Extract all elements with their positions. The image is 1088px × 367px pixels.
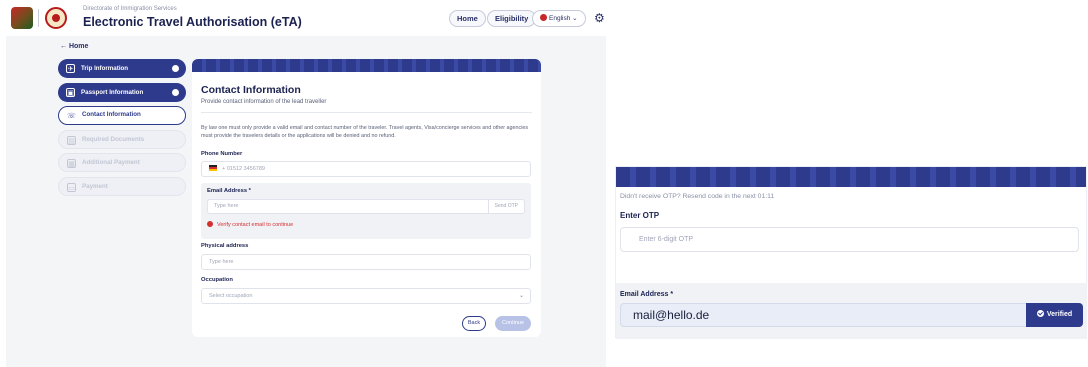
- error-icon: [207, 221, 213, 227]
- email-field[interactable]: Type here Send OTP: [207, 199, 525, 214]
- check-icon: [172, 88, 179, 96]
- germany-flag-icon: [209, 165, 217, 171]
- step-required-documents: ▤ Required Documents: [58, 129, 186, 149]
- send-otp-button[interactable]: Send OTP: [487, 200, 524, 213]
- email-placeholder: Type here: [214, 203, 239, 209]
- document-icon: ▤: [67, 135, 76, 145]
- step-label: Trip Information: [81, 65, 129, 72]
- email-section: Email Address * Type here Send OTP Verif…: [201, 183, 531, 239]
- app-root: Directorate of Immigration Services Elec…: [0, 0, 1088, 367]
- email-label: Email Address *: [207, 188, 251, 194]
- back-button[interactable]: Back: [462, 316, 486, 331]
- step-label: Additional Payment: [82, 159, 140, 166]
- step-passport-information[interactable]: ▣ Passport Information: [58, 82, 186, 102]
- step-contact-information[interactable]: ☏ Contact Information: [58, 106, 186, 125]
- verified-label: Verified: [1046, 311, 1073, 318]
- check-icon: [172, 65, 179, 72]
- continue-button[interactable]: Continue: [495, 316, 531, 331]
- application-screen: Directorate of Immigration Services Elec…: [6, 0, 606, 367]
- phone-value: + 01512 3456789: [222, 166, 265, 172]
- passport-icon: ▣: [66, 87, 75, 97]
- otp-label: Enter OTP: [620, 211, 660, 220]
- card-icon: ▭: [67, 182, 76, 192]
- chevron-down-icon: ⌄: [572, 15, 578, 22]
- contact-form-card: Contact Information Provide contact info…: [192, 59, 541, 337]
- email-error-text: Verify contact email to continue: [217, 222, 294, 228]
- gear-icon[interactable]: ⚙: [594, 11, 605, 25]
- zoomed-verification-panel: Didn't receive OTP? Resend code in the n…: [615, 166, 1087, 339]
- immigration-emblem-logo: [45, 7, 67, 29]
- phone-icon: ☏: [67, 113, 76, 120]
- occupation-value: Select occupation: [209, 293, 253, 299]
- plane-icon: ✈: [66, 64, 75, 73]
- occupation-label: Occupation: [201, 277, 233, 283]
- language-flag-icon: [540, 14, 547, 21]
- nav-eligibility-button[interactable]: Eligibility: [487, 10, 537, 27]
- step-trip-information[interactable]: ✈ Trip Information: [58, 59, 186, 78]
- email-value: mail@hello.de: [633, 308, 710, 322]
- divider: [201, 112, 532, 113]
- language-selector[interactable]: English ⌄: [532, 10, 586, 27]
- nav-home-button[interactable]: Home: [449, 10, 486, 27]
- top-bar: Directorate of Immigration Services Elec…: [6, 0, 606, 36]
- step-additional-payment: ▦ Additional Payment: [58, 153, 186, 172]
- verified-badge: Verified: [1026, 303, 1083, 327]
- email-field[interactable]: mail@hello.de: [620, 303, 1026, 327]
- form-subtitle: Provide contact information of the lead …: [201, 99, 327, 105]
- back-home-label: Home: [68, 43, 89, 50]
- address-placeholder: Type here: [209, 259, 234, 265]
- phone-field[interactable]: + 01512 3456789: [201, 161, 531, 177]
- brand-divider: [38, 9, 39, 27]
- check-circle-icon: [1036, 310, 1044, 317]
- card-header-pattern: [192, 59, 541, 72]
- coat-of-arms-logo: [11, 7, 33, 29]
- address-field[interactable]: Type here: [201, 254, 531, 270]
- otp-placeholder: Enter 6-digit OTP: [639, 236, 694, 243]
- occupation-select[interactable]: Select occupation ⌄: [201, 288, 531, 304]
- address-label: Physical address: [201, 243, 249, 249]
- step-label: Payment: [82, 182, 108, 190]
- phone-label: Phone Number: [201, 151, 243, 157]
- receipt-icon: ▦: [67, 159, 76, 168]
- chevron-down-icon: ⌄: [518, 293, 524, 299]
- email-label: Email Address *: [620, 291, 674, 298]
- legal-note: By law one must only provide a valid ema…: [201, 125, 529, 139]
- department-name: Directorate of Immigration Services: [83, 6, 177, 12]
- card-header-pattern: [616, 167, 1086, 187]
- form-title: Contact Information: [201, 84, 301, 96]
- email-error-message: Verify contact email to continue: [207, 221, 293, 228]
- step-payment: ▭ Payment: [58, 176, 186, 196]
- resend-otp-text[interactable]: Didn't receive OTP? Resend code in the n…: [620, 193, 774, 200]
- stepper: ✈ Trip Information ▣ Passport Informatio…: [58, 59, 186, 200]
- app-title: Electronic Travel Authorisation (eTA): [83, 15, 302, 29]
- arrow-left-icon: ←: [60, 43, 67, 50]
- step-label: Passport Information: [81, 88, 144, 96]
- otp-input[interactable]: Enter 6-digit OTP: [620, 227, 1079, 252]
- back-home-link[interactable]: ← Home: [60, 43, 88, 50]
- step-label: Required Documents: [82, 135, 145, 143]
- language-label: English: [549, 15, 571, 22]
- step-label: Contact Information: [82, 111, 141, 118]
